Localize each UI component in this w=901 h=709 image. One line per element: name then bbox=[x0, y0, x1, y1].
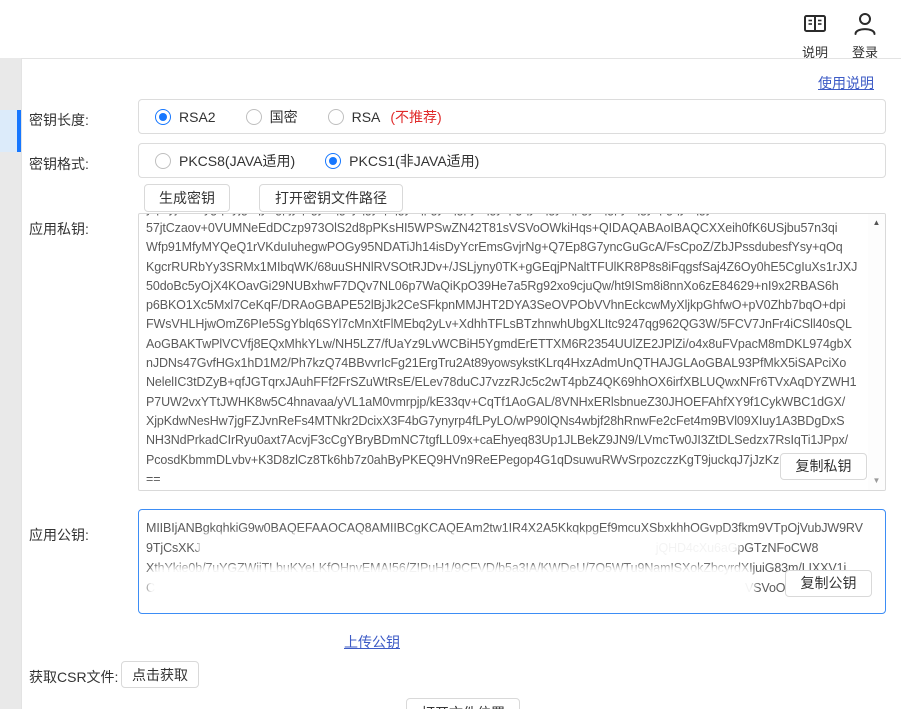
scroll-up-icon[interactable]: ▲ bbox=[868, 216, 885, 230]
key-format-radio-group: PKCS8(JAVA适用) PKCS1(非JAVA适用) bbox=[138, 143, 886, 178]
generate-key-button[interactable]: 生成密钥 bbox=[144, 184, 230, 212]
login-button[interactable]: 登录 bbox=[843, 10, 887, 61]
private-key-textarea[interactable]: yqGyjAfwJygqPyjgJqyXgpjyqJgyPqgJyqgyJpqg… bbox=[138, 213, 886, 491]
radio-rsa2-icon[interactable] bbox=[155, 109, 171, 125]
radio-pkcs8-label: PKCS8(JAVA适用) bbox=[179, 151, 295, 171]
radio-guomi-icon[interactable] bbox=[246, 109, 262, 125]
radio-rsa2[interactable]: RSA2 bbox=[155, 109, 216, 125]
private-key-label: 应用私钥: bbox=[29, 219, 89, 239]
left-nav-rail[interactable] bbox=[0, 58, 21, 709]
radio-guomi[interactable]: 国密 bbox=[246, 107, 298, 127]
copy-public-key-button[interactable]: 复制公钥 bbox=[785, 570, 872, 597]
book-icon bbox=[793, 10, 837, 40]
radio-pkcs1[interactable]: PKCS1(非JAVA适用) bbox=[325, 151, 479, 171]
radio-pkcs1-icon[interactable] bbox=[325, 153, 341, 169]
get-csr-button[interactable]: 点击获取 bbox=[121, 661, 199, 688]
key-format-label: 密钥格式: bbox=[29, 154, 89, 174]
radio-rsa[interactable]: RSA (不推荐) bbox=[328, 107, 442, 127]
radio-pkcs8[interactable]: PKCS8(JAVA适用) bbox=[155, 151, 295, 171]
public-key-textarea[interactable]: MIIBIjANBgkqhkiG9w0BAQEFAAOCAQ8AMIIBCgKC… bbox=[138, 509, 886, 614]
key-length-label: 密钥长度: bbox=[29, 110, 89, 130]
radio-rsa2-label: RSA2 bbox=[179, 109, 216, 125]
usage-instructions-link[interactable]: 使用说明 bbox=[818, 73, 874, 93]
redaction-blur-line2 bbox=[201, 537, 736, 554]
radio-rsa-icon[interactable] bbox=[328, 109, 344, 125]
public-key-label: 应用公钥: bbox=[29, 525, 89, 545]
open-file-location-button[interactable]: 打开文件位置 bbox=[406, 698, 520, 709]
csr-label: 获取CSR文件: bbox=[29, 667, 118, 687]
radio-pkcs1-label: PKCS1(非JAVA适用) bbox=[349, 151, 479, 171]
copy-private-key-button[interactable]: 复制私钥 bbox=[780, 453, 867, 480]
user-icon bbox=[843, 10, 887, 40]
scroll-down-icon[interactable]: ▼ bbox=[868, 474, 885, 488]
private-key-scrollbar[interactable]: ▲ ▼ bbox=[868, 214, 885, 490]
redaction-blur-line3-4 bbox=[151, 570, 751, 600]
key-length-radio-group: RSA2 国密 RSA (不推荐) bbox=[138, 99, 886, 134]
app-window: 说明 登录 使用说明 密钥长度: RSA2 国密 bbox=[0, 0, 901, 709]
nav-selected-item[interactable] bbox=[0, 110, 17, 152]
upload-public-key-link[interactable]: 上传公钥 bbox=[344, 632, 400, 652]
private-key-text: yqGyjAfwJygqPyjgJqyXgpjyqJgyPqgJyqgyJpqg… bbox=[146, 214, 865, 490]
help-button[interactable]: 说明 bbox=[793, 10, 837, 61]
radio-rsa-label: RSA bbox=[352, 109, 381, 125]
not-recommended-warning: (不推荐) bbox=[390, 107, 441, 127]
open-key-path-button[interactable]: 打开密钥文件路径 bbox=[259, 184, 403, 212]
radio-pkcs8-icon[interactable] bbox=[155, 153, 171, 169]
main-panel: 使用说明 密钥长度: RSA2 国密 RSA (不推荐) 密钥格式: PKCS8 bbox=[21, 58, 901, 709]
radio-guomi-label: 国密 bbox=[270, 107, 298, 127]
